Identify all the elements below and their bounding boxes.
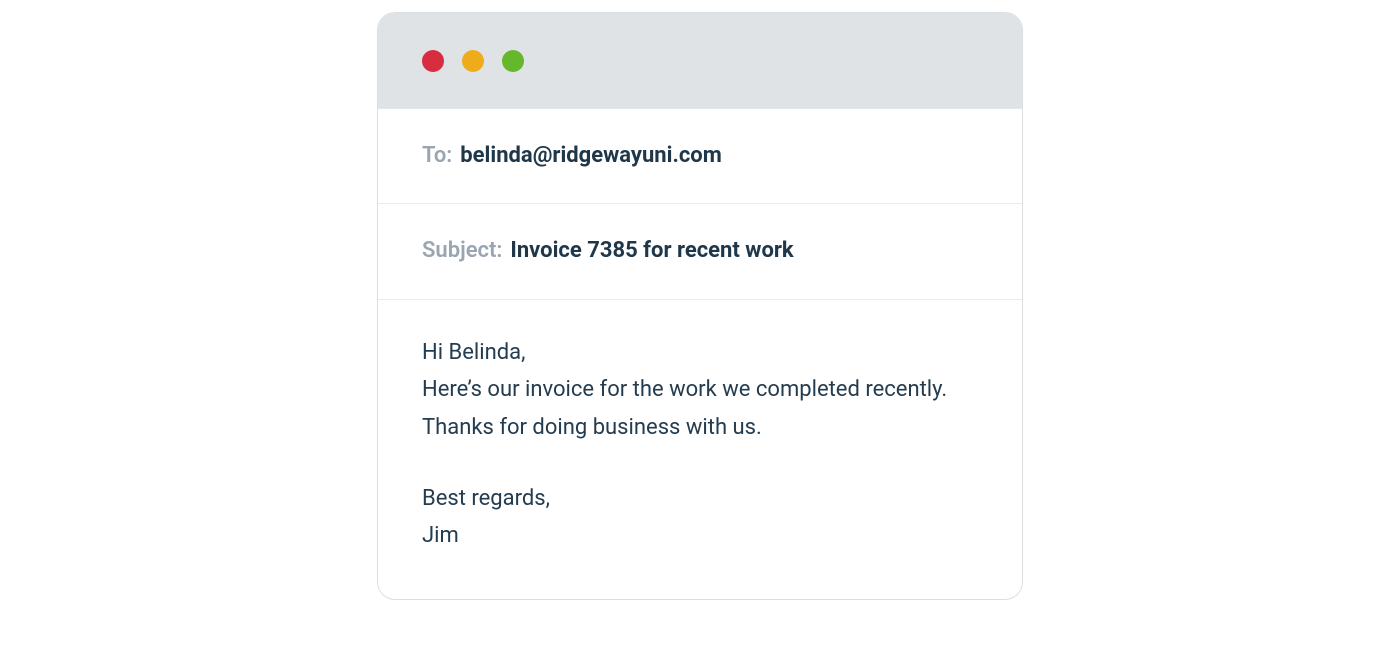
body-signoff: Best regards, [422,480,978,517]
window-titlebar [378,13,1022,109]
to-label: To: [422,143,452,169]
to-value: belinda@ridgewayuni.com [460,143,721,169]
minimize-icon[interactable] [462,50,484,72]
subject-field-row[interactable]: Subject: Invoice 7385 for recent work [378,204,1022,299]
body-signature: Jim [422,517,978,554]
subject-value: Invoice 7385 for recent work [510,238,793,264]
subject-label: Subject: [422,238,502,264]
email-compose-window: To: belinda@ridgewayuni.com Subject: Inv… [377,12,1023,600]
to-field-row[interactable]: To: belinda@ridgewayuni.com [378,109,1022,204]
close-icon[interactable] [422,50,444,72]
email-body[interactable]: Hi Belinda, Here’s our invoice for the w… [378,300,1022,599]
body-line: Thanks for doing business with us. [422,409,978,446]
body-line: Here’s our invoice for the work we compl… [422,371,978,408]
body-greeting: Hi Belinda, [422,334,978,371]
maximize-icon[interactable] [502,50,524,72]
blank-line [422,446,978,480]
